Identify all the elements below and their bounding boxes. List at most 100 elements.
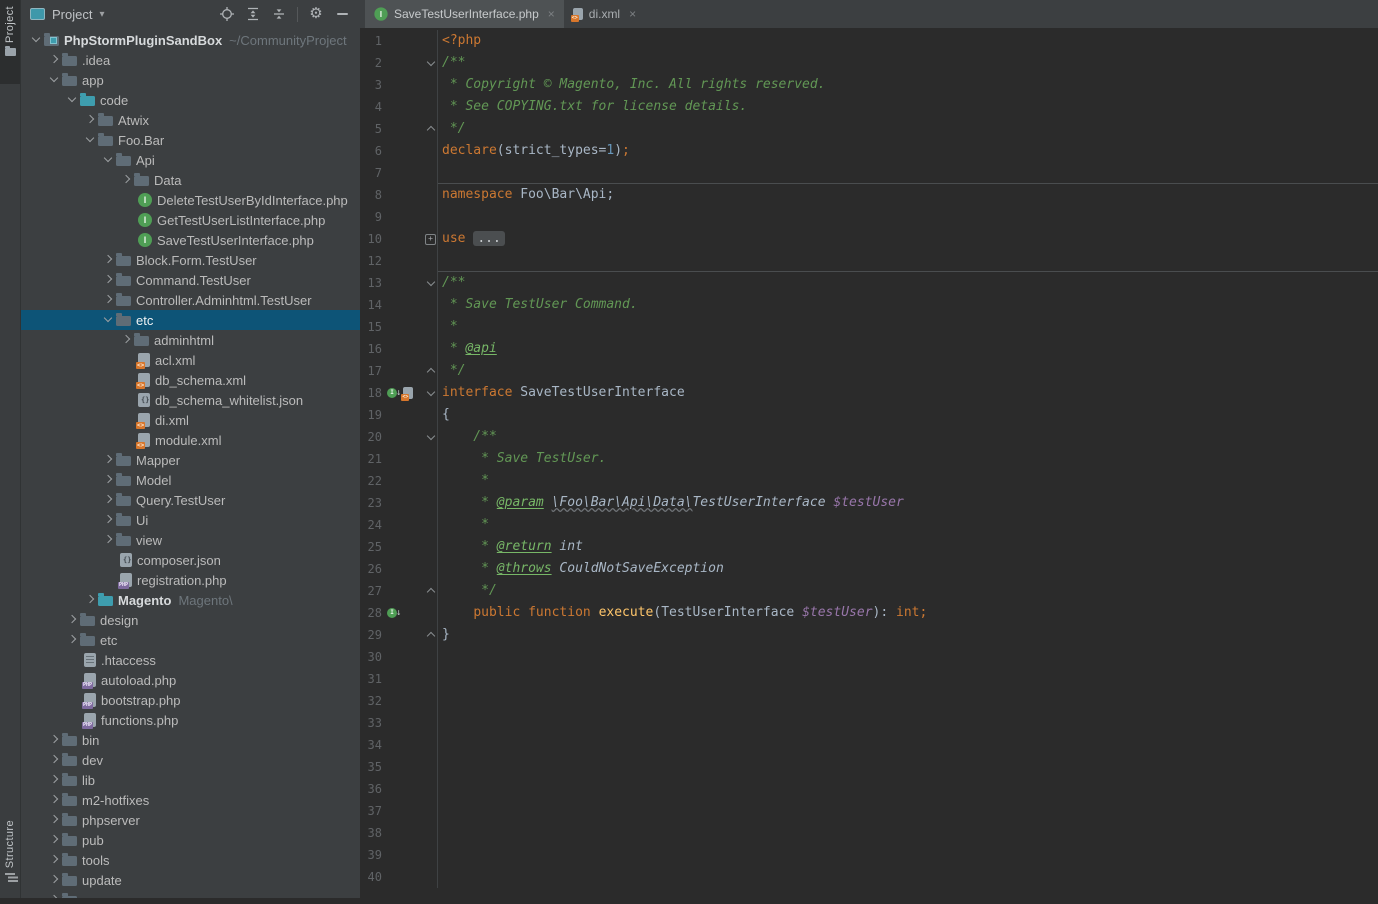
- tree-item-htaccess[interactable]: .htaccess: [20, 650, 360, 670]
- gutter[interactable]: 25: [360, 536, 438, 558]
- code-text[interactable]: * @param \Foo\Bar\Api\Data\TestUserInter…: [438, 492, 1378, 514]
- code-text[interactable]: /**: [438, 52, 1378, 74]
- tree-chevron-icon[interactable]: [82, 592, 98, 608]
- project-view-title[interactable]: Project: [52, 7, 92, 22]
- tree-chevron-icon[interactable]: [100, 312, 116, 328]
- code-editor[interactable]: 1<?php2/**3 * Copyright © Magento, Inc. …: [360, 28, 1378, 898]
- code-text[interactable]: [438, 866, 1378, 888]
- code-text[interactable]: [438, 822, 1378, 844]
- tree-chevron-icon[interactable]: [100, 532, 116, 548]
- tree-item-block-form-testuser[interactable]: Block.Form.TestUser: [20, 250, 360, 270]
- implementations-icon[interactable]: I↓: [387, 382, 401, 404]
- code-text[interactable]: [438, 646, 1378, 668]
- code-text[interactable]: interface SaveTestUserInterface: [438, 382, 1378, 404]
- gutter[interactable]: 24: [360, 514, 438, 536]
- gutter[interactable]: 34: [360, 734, 438, 756]
- code-text[interactable]: public function execute(TestUserInterfac…: [438, 602, 1378, 624]
- gutter[interactable]: 29: [360, 624, 438, 646]
- tree-chevron-icon[interactable]: [46, 752, 62, 768]
- tree-item-etc[interactable]: etc: [20, 310, 360, 330]
- gutter[interactable]: 14: [360, 294, 438, 316]
- gutter[interactable]: 17: [360, 360, 438, 382]
- code-text[interactable]: * Save TestUser.: [438, 448, 1378, 470]
- code-text[interactable]: declare(strict_types=1);: [438, 140, 1378, 162]
- code-text[interactable]: *: [438, 316, 1378, 338]
- tree-item-data[interactable]: Data: [20, 170, 360, 190]
- code-text[interactable]: [438, 778, 1378, 800]
- code-text[interactable]: */: [438, 580, 1378, 602]
- tree-item-db-schema-whitelist-json[interactable]: {}db_schema_whitelist.json: [20, 390, 360, 410]
- tree-item-design[interactable]: design: [20, 610, 360, 630]
- tree-chevron-icon[interactable]: [100, 452, 116, 468]
- gutter[interactable]: 33: [360, 712, 438, 734]
- tree-item-foo-bar[interactable]: Foo.Bar: [20, 130, 360, 150]
- gutter[interactable]: 8: [360, 184, 438, 206]
- implementations-icon[interactable]: I↓: [387, 602, 401, 624]
- tree-chevron-icon[interactable]: [82, 112, 98, 128]
- code-text[interactable]: }: [438, 624, 1378, 646]
- tree-item-composer-json[interactable]: {}composer.json: [20, 550, 360, 570]
- tree-item-atwix[interactable]: Atwix: [20, 110, 360, 130]
- tab-close-icon[interactable]: ×: [629, 7, 636, 21]
- expand-all-icon[interactable]: [245, 6, 261, 22]
- code-text[interactable]: * @return int: [438, 536, 1378, 558]
- collapse-all-icon[interactable]: [271, 6, 287, 22]
- tree-item-phpserver[interactable]: phpserver: [20, 810, 360, 830]
- code-text[interactable]: */: [438, 118, 1378, 140]
- gutter[interactable]: 32: [360, 690, 438, 712]
- tree-item-autoload-php[interactable]: PHPautoload.php: [20, 670, 360, 690]
- tree-item-magento[interactable]: MagentoMagento\: [20, 590, 360, 610]
- code-text[interactable]: <?php: [438, 30, 1378, 52]
- tree-chevron-icon[interactable]: [46, 72, 62, 88]
- gutter[interactable]: 30: [360, 646, 438, 668]
- gutter[interactable]: 28I↓: [360, 602, 438, 624]
- gutter[interactable]: 23: [360, 492, 438, 514]
- tree-chevron-icon[interactable]: [46, 52, 62, 68]
- code-text[interactable]: [438, 756, 1378, 778]
- tree-item-gettestuserlistinterface-php[interactable]: IGetTestUserListInterface.php: [20, 210, 360, 230]
- gutter[interactable]: 3: [360, 74, 438, 96]
- code-text[interactable]: [438, 844, 1378, 866]
- tree-item-query-testuser[interactable]: Query.TestUser: [20, 490, 360, 510]
- tree-item-mapper[interactable]: Mapper: [20, 450, 360, 470]
- gutter[interactable]: 10+: [360, 228, 438, 250]
- tree-item-acl-xml[interactable]: <>acl.xml: [20, 350, 360, 370]
- tree-item-model[interactable]: Model: [20, 470, 360, 490]
- tree-chevron-icon[interactable]: [82, 132, 98, 148]
- locate-file-icon[interactable]: [219, 6, 235, 22]
- tree-item-lib[interactable]: lib: [20, 770, 360, 790]
- gutter[interactable]: 26: [360, 558, 438, 580]
- fold-marker-icon[interactable]: [426, 368, 434, 376]
- tree-chevron-icon[interactable]: [46, 832, 62, 848]
- tree-item-phpstormpluginsandbox[interactable]: PhpStormPluginSandBox~/CommunityProject: [20, 30, 360, 50]
- tree-item-update[interactable]: update: [20, 870, 360, 890]
- tree-item-pub[interactable]: pub: [20, 830, 360, 850]
- code-text[interactable]: */: [438, 360, 1378, 382]
- tree-chevron-icon[interactable]: [118, 332, 134, 348]
- code-text[interactable]: [438, 250, 1378, 272]
- gutter[interactable]: 20: [360, 426, 438, 448]
- code-text[interactable]: [438, 800, 1378, 822]
- tree-item-savetestuserinterface-php[interactable]: ISaveTestUserInterface.php: [20, 230, 360, 250]
- code-text[interactable]: [438, 690, 1378, 712]
- code-text[interactable]: namespace Foo\Bar\Api;: [438, 184, 1378, 206]
- gutter[interactable]: 13: [360, 272, 438, 294]
- gutter[interactable]: 21: [360, 448, 438, 470]
- gutter[interactable]: 37: [360, 800, 438, 822]
- hide-panel-icon[interactable]: [334, 6, 350, 22]
- tree-item-deletetestuserbyidinterface-php[interactable]: IDeleteTestUserByIdInterface.php: [20, 190, 360, 210]
- tree-item-app[interactable]: app: [20, 70, 360, 90]
- gutter[interactable]: 19: [360, 404, 438, 426]
- tree-item-bin[interactable]: bin: [20, 730, 360, 750]
- code-text[interactable]: * @api: [438, 338, 1378, 360]
- magento-di-config-icon[interactable]: <>: [403, 387, 413, 399]
- tree-chevron-icon[interactable]: [100, 152, 116, 168]
- gutter[interactable]: 31: [360, 668, 438, 690]
- tree-chevron-icon[interactable]: [100, 272, 116, 288]
- gutter[interactable]: 27: [360, 580, 438, 602]
- fold-marker-icon[interactable]: +: [425, 234, 436, 245]
- tree-chevron-icon[interactable]: [46, 892, 62, 898]
- tree-chevron-icon[interactable]: [46, 872, 62, 888]
- tree-item-code[interactable]: code: [20, 90, 360, 110]
- tree-item-command-testuser[interactable]: Command.TestUser: [20, 270, 360, 290]
